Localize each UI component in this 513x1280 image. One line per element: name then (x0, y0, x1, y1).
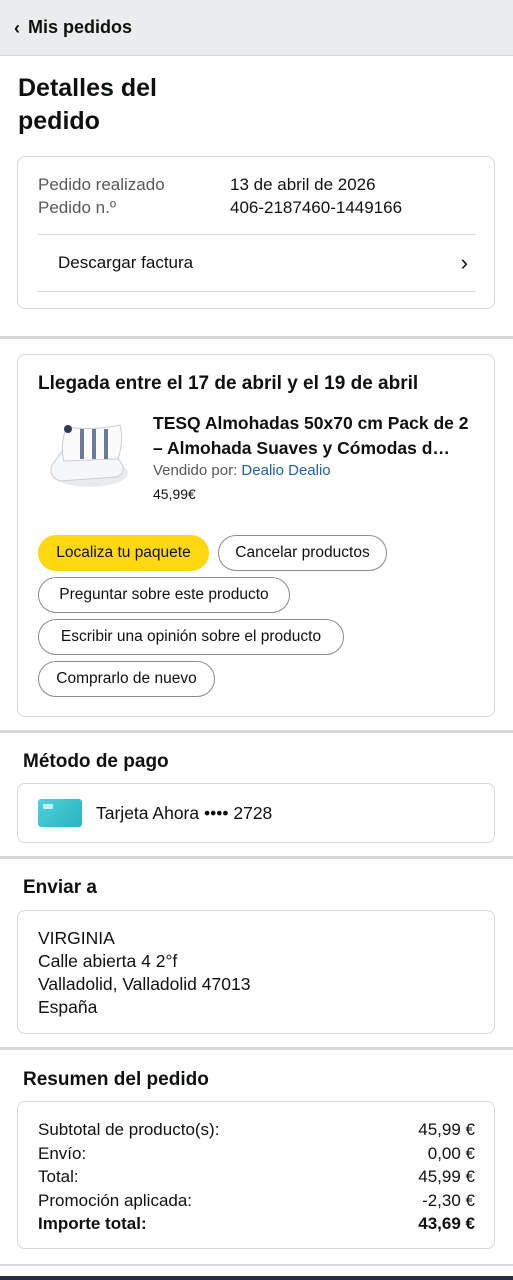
payment-method-card: Tarjeta Ahora •••• 2728 (17, 783, 495, 843)
product-price: 45,99€ (153, 486, 196, 502)
track-package-button[interactable]: Localiza tu paquete (38, 535, 209, 571)
summary-row-grand-total: Importe total: 43,69 € (38, 1212, 475, 1236)
bottom-bar (0, 1276, 513, 1280)
summary-row-shipping: Envío: 0,00 € (38, 1142, 475, 1166)
summary-row-promotion: Promoción aplicada: -2,30 € (38, 1189, 475, 1213)
divider (0, 730, 513, 733)
ship-to-title: Enviar a (23, 877, 97, 898)
order-summary-card: Subtotal de producto(s): 45,99 € Envío: … (17, 1101, 495, 1249)
order-summary-title: Resumen del pedido (23, 1069, 209, 1090)
address-country: España (38, 997, 98, 1017)
seller-info: Vendido por: Dealio Dealio (153, 462, 331, 479)
seller-label: Vendido por: (153, 462, 238, 479)
divider (0, 856, 513, 859)
address-name: VIRGINIA (38, 928, 115, 948)
back-navigation[interactable]: ‹ Mis pedidos (0, 0, 513, 56)
address-street: Calle abierta 4 2°f (38, 951, 178, 971)
order-number-value: 406-2187460-1449166 (230, 198, 403, 217)
shipping-address-card: VIRGINIA Calle abierta 4 2°f Valladolid,… (17, 910, 495, 1034)
shipment-card: Llegada entre el 17 de abril y el 19 de … (17, 354, 495, 717)
order-number-label: Pedido n.º (38, 198, 117, 217)
order-info-card: Pedido realizado 13 de abril de 2026 Ped… (17, 156, 495, 309)
summary-row-total: Total: 45,99 € (38, 1165, 475, 1189)
grand-total-value: 43,69 € (418, 1214, 475, 1233)
payment-method-title: Método de pago (23, 751, 169, 772)
promotion-label: Promoción aplicada: (38, 1190, 193, 1210)
chevron-left-icon: ‹ (14, 17, 20, 38)
shipping-address: VIRGINIA Calle abierta 4 2°f Valladolid,… (38, 927, 250, 1019)
buy-again-button[interactable]: Comprarlo de nuevo (38, 661, 215, 697)
summary-row-subtotal: Subtotal de producto(s): 45,99 € (38, 1118, 475, 1142)
back-label: Mis pedidos (28, 17, 133, 37)
order-date-row: Pedido realizado 13 de abril de 2026 (38, 173, 402, 196)
chevron-right-icon: › (460, 250, 468, 275)
grand-total-label: Importe total: (38, 1214, 147, 1233)
cancel-items-button[interactable]: Cancelar productos (218, 535, 387, 571)
page-title: Detalles del pedido (18, 74, 157, 135)
divider (0, 1264, 513, 1266)
shipping-label: Envío: (38, 1143, 87, 1163)
arrival-date: Llegada entre el 17 de abril y el 19 de … (38, 373, 419, 394)
order-number-row: Pedido n.º 406-2187460-1449166 (38, 196, 402, 219)
write-review-button[interactable]: Escribir una opinión sobre el producto (38, 619, 344, 655)
order-date-label: Pedido realizado (38, 175, 165, 194)
subtotal-value: 45,99 € (418, 1120, 475, 1139)
divider (0, 336, 513, 339)
product-image[interactable] (38, 417, 134, 493)
download-invoice-link[interactable]: Descargar factura › (38, 234, 476, 292)
total-label: Total: (38, 1167, 79, 1186)
download-invoice-label: Descargar factura (58, 253, 194, 272)
subtotal-label: Subtotal de producto(s): (38, 1120, 220, 1139)
divider (0, 1047, 513, 1050)
payment-card-text: Tarjeta Ahora •••• 2728 (96, 802, 273, 823)
credit-card-icon (38, 799, 82, 827)
promotion-value: -2,30 € (422, 1190, 475, 1210)
seller-link[interactable]: Dealio Dealio (241, 462, 330, 479)
total-value: 45,99 € (418, 1167, 475, 1186)
order-date-value: 13 de abril de 2026 (230, 175, 376, 194)
shipping-value: 0,00 € (427, 1143, 475, 1163)
ask-product-question-button[interactable]: Preguntar sobre este producto (38, 577, 290, 613)
product-title[interactable]: TESQ Almohadas 50x70 cm Pack de 2 – Almo… (153, 411, 483, 461)
address-city: Valladolid, Valladolid 47013 (38, 974, 251, 994)
